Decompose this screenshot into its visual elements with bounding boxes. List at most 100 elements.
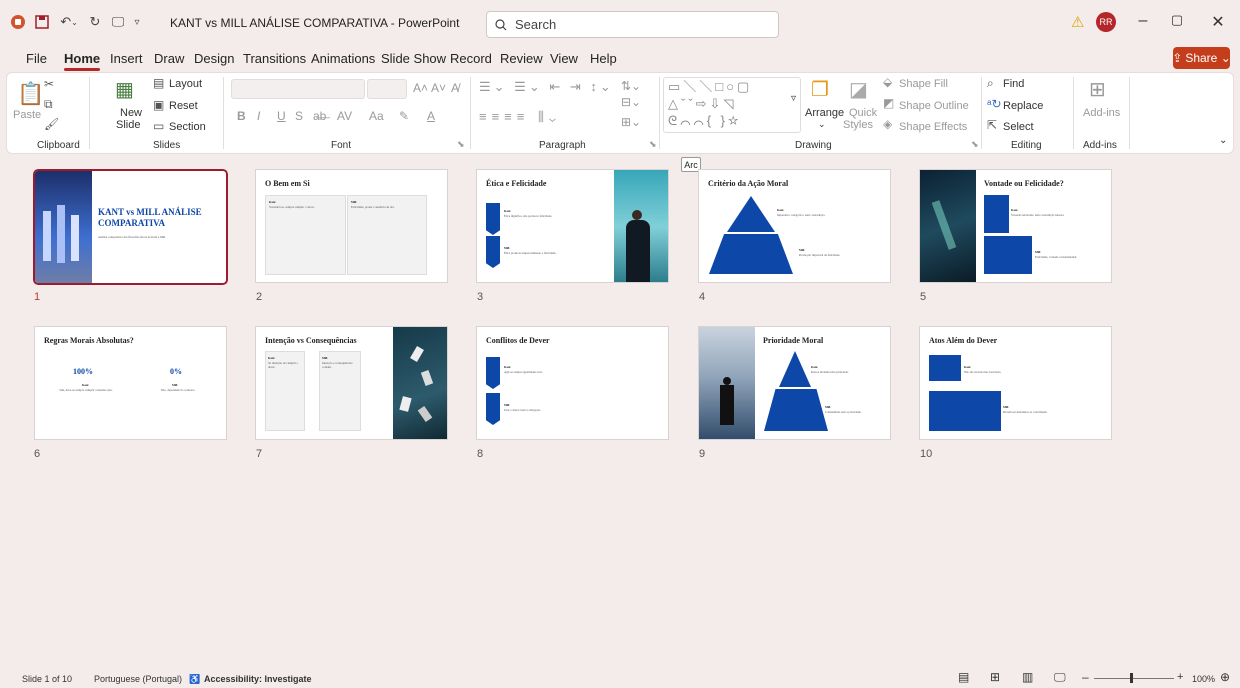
tab-animations[interactable]: Animations <box>311 51 375 66</box>
tab-record[interactable]: Record <box>450 51 492 66</box>
italic-button[interactable]: I <box>257 109 260 123</box>
arrange-dropdown-icon[interactable]: ⌄ <box>818 119 826 130</box>
slide-thumbnail-8[interactable]: Conflitos de Dever Kant Agir-se sempre i… <box>476 326 669 440</box>
zoom-slider[interactable] <box>1094 678 1174 679</box>
font-grow-icon[interactable]: A˄ <box>413 81 428 95</box>
align-text-icon[interactable]: ⊟⌄ <box>621 95 641 109</box>
collapse-ribbon-icon[interactable]: ⌄ <box>1219 135 1227 146</box>
slide-thumbnail-2[interactable]: O Bem em Si Kant Vontade boa, sempre cum… <box>255 169 448 283</box>
text-direction-icon[interactable]: ⇅⌄ <box>621 79 641 93</box>
new-slide-label-1[interactable]: New <box>120 107 142 119</box>
slide-subtitle: Análise comparativa das filosofias ética… <box>98 235 166 239</box>
shape-effects-button[interactable]: Shape Effects <box>899 121 967 133</box>
shadow-button[interactable]: S <box>295 109 303 123</box>
slide-label: Mill <box>1003 405 1009 409</box>
zoom-in-icon[interactable]: + <box>1177 671 1183 683</box>
slide-label: Mill <box>825 405 831 409</box>
font-dialog-launcher-icon[interactable]: ⬊ <box>457 139 465 150</box>
slide-thumbnail-1[interactable]: KANT vs MILL ANÁLISE COMPARATIVA Análise… <box>31 167 230 287</box>
tab-help[interactable]: Help <box>590 51 617 66</box>
slide-thumbnail-10[interactable]: Atos Além do Dever Kant Não são morais m… <box>919 326 1112 440</box>
arrange-icon[interactable]: ❐ <box>811 77 829 102</box>
add-ins-button[interactable]: Add-ins <box>1083 107 1120 119</box>
slide-thumbnail-4[interactable]: Critério da Ação Moral Kant Imperativo c… <box>698 169 891 283</box>
paste-label[interactable]: Paste <box>13 109 41 121</box>
tab-draw[interactable]: Draw <box>154 51 184 66</box>
restore-icon[interactable]: ▢ <box>1162 12 1192 28</box>
underline-button[interactable]: U <box>277 109 286 123</box>
save-icon[interactable] <box>32 12 52 32</box>
quick-styles-label-2[interactable]: Styles <box>843 119 873 131</box>
tab-review[interactable]: Review <box>500 51 543 66</box>
slide-thumbnail-7[interactable]: Intenção vs Consequências Kant Só intenç… <box>255 326 448 440</box>
select-button[interactable]: Select <box>1003 121 1034 133</box>
warning-icon[interactable]: ⚠ <box>1071 13 1084 31</box>
find-button[interactable]: Find <box>1003 78 1024 90</box>
paragraph-dialog-launcher-icon[interactable]: ⬊ <box>649 139 657 150</box>
close-icon[interactable]: ✕ <box>1203 12 1233 32</box>
font-shrink-icon[interactable]: A˅ <box>431 81 446 95</box>
tab-home[interactable]: Home <box>64 51 101 71</box>
language-indicator[interactable]: Portuguese (Portugal) <box>94 674 182 684</box>
shape-outline-button[interactable]: Shape Outline <box>899 100 969 112</box>
paste-icon[interactable]: 📋 <box>17 81 44 107</box>
section-button[interactable]: Section <box>169 121 206 133</box>
alignment-buttons-icon[interactable]: ≡≡≡≡ ⫼⌄ <box>479 109 561 125</box>
slide-thumbnail-5[interactable]: Vontade ou Felicidade? Kant Vontade autô… <box>919 169 1112 283</box>
quick-styles-icon[interactable]: ◪ <box>849 77 868 102</box>
tab-file[interactable]: File <box>26 51 47 66</box>
zoom-out-icon[interactable]: – <box>1082 670 1089 684</box>
add-ins-icon[interactable]: ⊞ <box>1089 77 1106 102</box>
slide-thumbnail-3[interactable]: Ética e Felicidade Kant Ética dignifica,… <box>476 169 669 283</box>
present-icon[interactable]: 🖵 <box>108 12 128 32</box>
share-button[interactable]: ⇪ Share ⌄ <box>1172 47 1231 69</box>
smartart-icon[interactable]: ⊞⌄ <box>621 115 641 129</box>
font-size-dropdown[interactable] <box>367 79 407 99</box>
highlight-icon[interactable]: ✎ <box>399 109 409 123</box>
notes-icon[interactable]: ▤ <box>958 670 969 684</box>
bold-button[interactable]: B <box>237 109 246 123</box>
search-box[interactable]: Search <box>486 11 779 38</box>
reading-view-icon[interactable]: ▥ <box>1022 670 1033 684</box>
replace-button[interactable]: Replace <box>1003 100 1043 112</box>
shapes-gallery[interactable]: ▭＼＼□○▢ △ˇˇ⇨⇩◹ ᘓ⌒⌒{ }☆ <box>663 77 801 133</box>
tab-transitions[interactable]: Transitions <box>243 51 306 66</box>
tab-view[interactable]: View <box>550 51 578 66</box>
slide-thumbnail-9[interactable]: Prioridade Moral Kant Pessoa incluída te… <box>698 326 891 440</box>
customize-qat-icon[interactable]: ▿ <box>130 12 144 32</box>
shape-fill-button[interactable]: Shape Fill <box>899 78 948 90</box>
redo-icon[interactable]: ↻ <box>86 12 104 32</box>
shapes-more-icon[interactable]: ▿ <box>791 93 796 104</box>
cut-icon[interactable]: ✂ <box>44 77 54 91</box>
minimize-icon[interactable]: – <box>1128 12 1158 30</box>
font-color-icon[interactable]: A <box>427 109 435 123</box>
tab-slide-show[interactable]: Slide Show <box>381 51 446 66</box>
slide-counter[interactable]: Slide 1 of 10 <box>22 674 72 684</box>
drawing-dialog-launcher-icon[interactable]: ⬊ <box>971 139 979 150</box>
font-name-dropdown[interactable] <box>231 79 365 99</box>
zoom-slider-thumb[interactable] <box>1130 673 1133 683</box>
accessibility-status[interactable]: Accessibility: Investigate <box>204 674 312 684</box>
slide-thumbnail-6[interactable]: Regras Morais Absolutas? 100% Kant Sim, … <box>34 326 227 440</box>
reset-button[interactable]: Reset <box>169 100 198 112</box>
quick-styles-label-1[interactable]: Quick <box>849 107 877 119</box>
avatar[interactable]: RR <box>1096 12 1116 32</box>
format-painter-icon[interactable]: 🖌 <box>44 117 59 131</box>
layout-button[interactable]: Layout <box>169 78 202 90</box>
new-slide-label-2[interactable]: Slide <box>116 119 140 131</box>
zoom-level[interactable]: 100% <box>1192 674 1215 684</box>
copy-icon[interactable]: ⧉ <box>44 97 53 112</box>
strikethrough-icon[interactable]: a̶b̶ <box>313 109 326 123</box>
fit-to-window-icon[interactable]: ⊕ <box>1220 670 1230 684</box>
char-spacing-icon[interactable]: AV <box>337 109 352 123</box>
clear-format-icon[interactable]: A̸ <box>451 81 459 95</box>
change-case-icon[interactable]: Aa <box>369 109 384 123</box>
undo-icon[interactable]: ↶ ⌄ <box>56 12 82 32</box>
new-slide-icon[interactable]: ▦ <box>115 77 134 102</box>
arrange-button[interactable]: Arrange <box>805 107 844 119</box>
slideshow-view-icon[interactable]: 🖵 <box>1054 670 1066 685</box>
list-buttons-icon[interactable]: ☰⌄ ☰⌄ ⇤ ⇥ ↕⌄ <box>479 79 614 95</box>
slide-sorter-icon[interactable]: ⊞ <box>990 670 1000 684</box>
tab-insert[interactable]: Insert <box>110 51 143 66</box>
tab-design[interactable]: Design <box>194 51 234 66</box>
